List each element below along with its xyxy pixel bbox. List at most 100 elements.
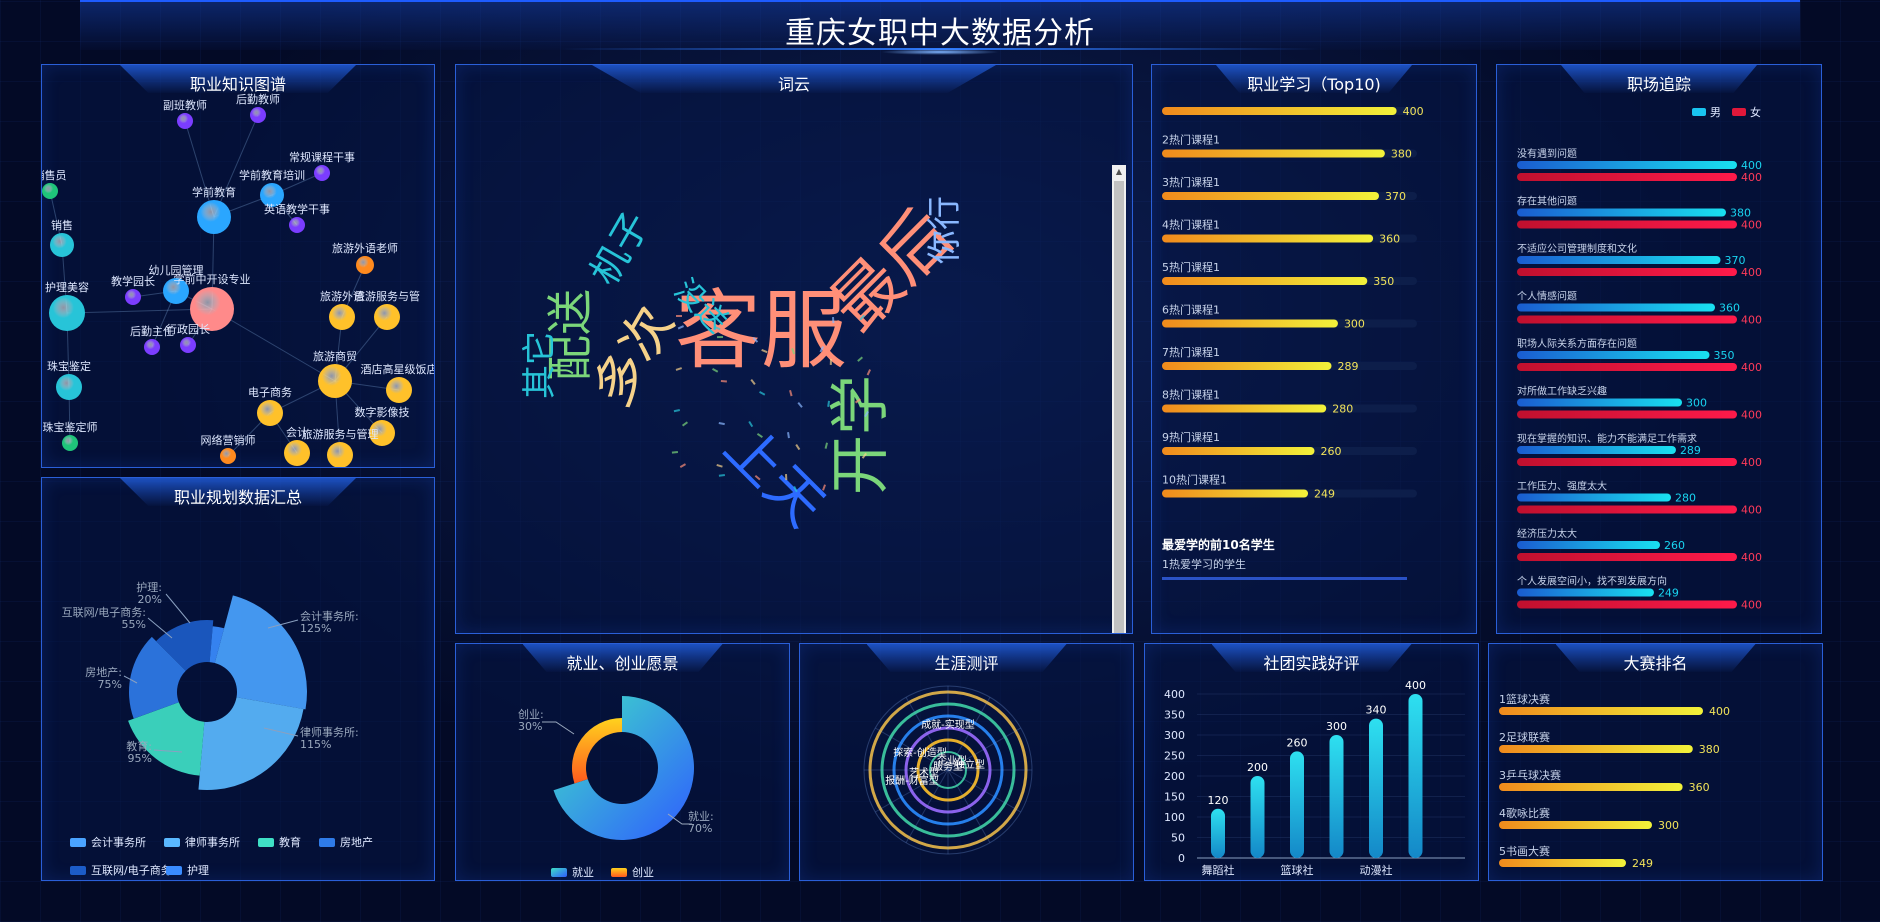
- bar: [1408, 694, 1423, 858]
- page-title: 重庆女职中大数据分析: [785, 16, 1095, 51]
- legend-swatch: [611, 868, 627, 877]
- pie-label-name: 房地产:: [85, 665, 122, 679]
- radial-label: 服务型: [933, 760, 963, 773]
- pie-label-value: 125%: [300, 622, 331, 635]
- bar-value-label: 300: [1326, 720, 1347, 733]
- study-bar: [1162, 362, 1332, 370]
- track-bar-female: [1517, 315, 1737, 324]
- cloud-minor-word: [857, 356, 863, 362]
- graph-node: [220, 448, 236, 464]
- contest-rank-chart[interactable]: 1篮球决赛 400 2足球联赛 380 3乒乓球决赛 360 4歌咏比赛 300 5书画大赛 24…: [1489, 644, 1823, 881]
- track-bar-male: [1517, 493, 1671, 502]
- scroll-up-icon[interactable]: ▲: [1112, 165, 1126, 179]
- contest-value: 300: [1658, 819, 1679, 832]
- knowledge-graph[interactable]: 副班教师后勤教师常规课程干事学前教育学前教育培训英语教学干事销售员销售教学园长幼…: [42, 65, 435, 468]
- cloud-minor-word: [676, 315, 682, 317]
- cloud-word: 上天: [712, 414, 837, 539]
- track-value-female: 400: [1741, 456, 1762, 469]
- cloud-minor-word: [673, 409, 680, 413]
- legend-label: 会计事务所: [91, 836, 146, 849]
- scrollbar-thumb[interactable]: [1114, 181, 1124, 633]
- track-bar-male: [1517, 256, 1721, 264]
- contest-value: 380: [1699, 743, 1720, 756]
- bar: [1290, 751, 1304, 858]
- y-tick: 300: [1164, 729, 1185, 742]
- study-sub-title: 最爱学的前10名学生: [1162, 537, 1275, 552]
- graph-node-label: 珠宝鉴定: [47, 359, 91, 373]
- cloud-word: 机子: [582, 205, 658, 293]
- pie-label-name: 互联网/电子商务:: [62, 605, 146, 619]
- legend-label: 创业: [632, 866, 654, 879]
- graph-node: [50, 233, 74, 257]
- track-bar-male: [1517, 208, 1726, 217]
- pie-label-value: 30%: [518, 720, 542, 733]
- contest-bar: [1499, 859, 1626, 867]
- radial-label: 探索-创造型: [893, 746, 947, 759]
- track-label: 职场人际关系方面存在问题: [1517, 337, 1637, 350]
- contest-bar: [1499, 821, 1652, 829]
- cloud-minor-word: [671, 451, 679, 454]
- graph-node-label: 电子商务: [248, 385, 292, 399]
- cloud-minor-word: [785, 474, 788, 481]
- pie-label-name: 就业:: [688, 809, 714, 823]
- study-value: 400: [1403, 105, 1424, 118]
- legend-label: 律师事务所: [185, 836, 240, 849]
- track-bar-female: [1517, 410, 1737, 419]
- track-bar-female: [1517, 173, 1737, 181]
- study-top10-chart[interactable]: 400 2热门课程1 380 3热门课程1 370 4热门课程1 360 5热门课程1 350 6…: [1152, 65, 1477, 634]
- career-track-chart[interactable]: 男女没有遇到问题400400存在其他问题380400不适应公司管理制度和文化37…: [1497, 65, 1822, 634]
- graph-node: [250, 107, 266, 123]
- track-bar-male: [1517, 351, 1710, 359]
- bar-value-label: 200: [1247, 761, 1268, 774]
- track-value-female: 400: [1741, 551, 1762, 564]
- study-label: 6热门课程1: [1162, 303, 1220, 317]
- study-bar: [1162, 447, 1315, 455]
- graph-node-label: 旅游外语老师: [332, 241, 398, 255]
- club-practice-chart[interactable]: 0 50 100 150 200 250 300 350 400 120 200 260 300 340 4…: [1145, 644, 1479, 881]
- scrollbar[interactable]: ▲ ▼: [1112, 165, 1126, 633]
- study-bar: [1162, 192, 1380, 200]
- cloud-minor-word: [832, 317, 835, 324]
- bar-value-label: 340: [1366, 704, 1387, 717]
- study-label: 3热门课程1: [1162, 175, 1220, 189]
- legend-label: 男: [1710, 106, 1721, 119]
- legend-swatch: [1692, 108, 1706, 116]
- legend-label: 房地产: [340, 835, 373, 849]
- study-label: 5热门课程1: [1162, 260, 1220, 274]
- y-tick: 350: [1164, 709, 1185, 722]
- knowledge-graph-panel: 职业知识图谱 副班教师后勤教师常规课程干事学前教育学前教育培训英语教学干事销售员…: [41, 64, 435, 468]
- track-bar-male: [1517, 446, 1676, 454]
- legend-swatch: [551, 868, 567, 877]
- contest-label: 4歌咏比赛: [1499, 806, 1550, 820]
- pie-label-value: 55%: [122, 618, 146, 631]
- radial-label: 成就-实现型: [921, 718, 975, 731]
- cloud-minor-word: [866, 369, 871, 376]
- career-plan-chart[interactable]: 会计事务所:125%律师事务所:115%教育:95%房地产:75%互联网/电子商…: [42, 478, 435, 881]
- study-top10-panel: 职业学习（Top10) 400 2热门课程1 380 3热门课程1 370 4热门课程1 3…: [1151, 64, 1477, 634]
- graph-node: [356, 256, 374, 274]
- word-cloud[interactable]: 客服最后开学上天多次配送机子 你行没送其它: [456, 65, 1133, 634]
- study-label: 10热门课程1: [1162, 473, 1227, 487]
- x-tick: 动漫社: [1360, 863, 1393, 877]
- graph-node: [386, 377, 412, 403]
- word-cloud-panel: 词云 客服最后开学上天多次配送机子你行没送其它 ▲ ▼: [455, 64, 1133, 634]
- pie-slice: [214, 595, 307, 710]
- graph-node-label: 旅游商贸: [313, 349, 357, 363]
- study-bar: [1162, 489, 1309, 498]
- graph-node-label: 数字影像技: [355, 405, 410, 419]
- x-tick: 篮球社: [1281, 863, 1314, 877]
- y-tick: 0: [1178, 852, 1185, 865]
- graph-node: [327, 442, 353, 467]
- career-assess-chart[interactable]: 成就-实现型艺术型企业型独立型服务型探索-创造型报酬-财富型: [800, 644, 1134, 881]
- cloud-minor-word: [789, 390, 793, 397]
- graph-node: [284, 440, 310, 466]
- graph-node: [42, 183, 58, 199]
- cloud-minor-word: [718, 422, 725, 426]
- track-value-female: 400: [1741, 266, 1762, 279]
- graph-node: [177, 113, 193, 129]
- legend-swatch: [319, 838, 335, 847]
- employ-vision-chart[interactable]: 创业:30%就业:70%就业 创业: [456, 644, 790, 881]
- graph-node: [49, 295, 85, 331]
- study-bar: [1162, 404, 1327, 413]
- track-label: 对所做工作缺乏兴趣: [1517, 385, 1607, 398]
